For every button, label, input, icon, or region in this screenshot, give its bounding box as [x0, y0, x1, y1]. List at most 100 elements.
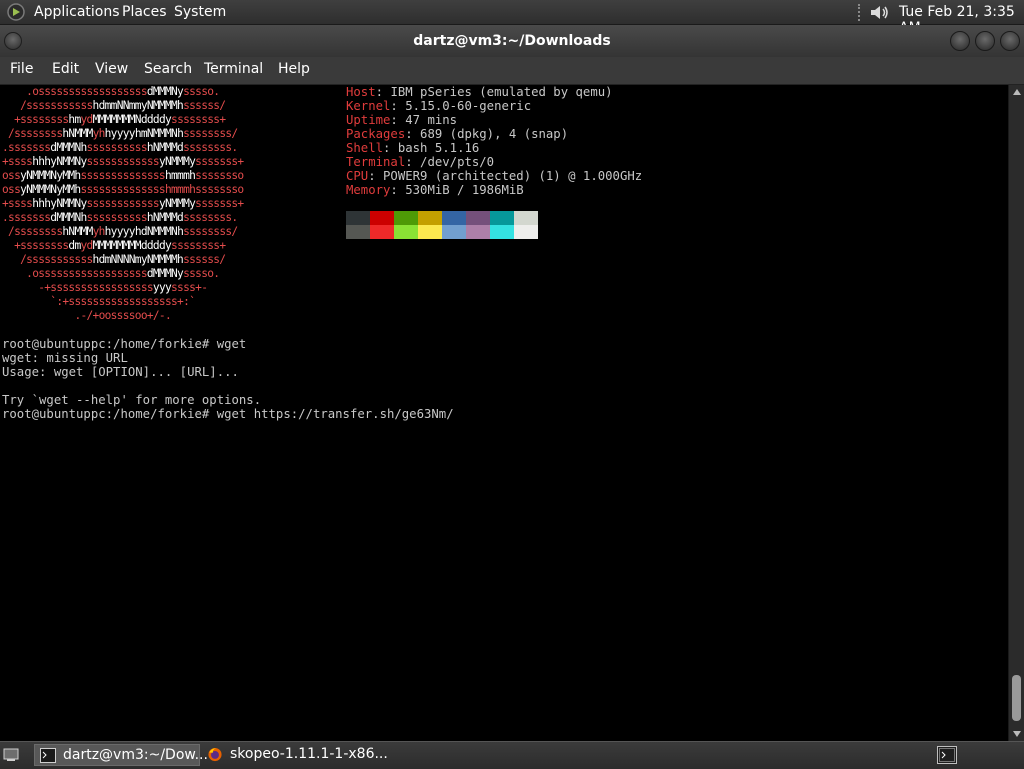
- color-swatch: [418, 211, 442, 225]
- color-swatch: [346, 211, 370, 225]
- terminal-menubar: File Edit View Search Terminal Help: [0, 57, 1024, 85]
- command-output: root@ubuntuppc:/home/forkie# wget wget: m…: [2, 337, 454, 421]
- sysinfo-value: 530MiB / 1986MiB: [405, 183, 524, 197]
- minimize-button[interactable]: [950, 31, 970, 51]
- sysinfo-key: Shell: [346, 141, 384, 155]
- scroll-thumb[interactable]: [1012, 675, 1021, 721]
- maximize-button[interactable]: [975, 31, 995, 51]
- gnome-foot-icon[interactable]: [6, 3, 26, 21]
- terminal-tray-icon[interactable]: [937, 746, 957, 764]
- terminal-icon: [40, 748, 56, 763]
- menu-view[interactable]: View: [95, 61, 128, 77]
- menu-file[interactable]: File: [10, 61, 33, 77]
- window-titlebar[interactable]: dartz@vm3:~/Downloads: [0, 25, 1024, 57]
- firefox-icon: [208, 747, 222, 762]
- sysinfo-key: Host: [346, 85, 376, 99]
- sysinfo-value: 689 (dpkg), 4 (snap): [420, 127, 569, 141]
- sysinfo-row: Memory: 530MiB / 1986MiB: [346, 183, 524, 197]
- logo-line: .-/+oossssoo+/-.: [74, 309, 172, 322]
- logo-line: .ossssssssssssssssssdMMMNysssso.: [26, 267, 220, 280]
- sysinfo-key: CPU: [346, 169, 369, 183]
- menu-search[interactable]: Search: [144, 61, 192, 77]
- menu-terminal[interactable]: Terminal: [204, 61, 263, 77]
- sysinfo-row: Packages: 689 (dpkg), 4 (snap): [346, 127, 569, 141]
- logo-line: +sssshhhyNMMNyssssssssssssyNMMMysssssss+: [2, 197, 244, 210]
- logo-line: ossyNMMMNyMMhsssssssssssssshmmmhssssssso: [2, 169, 244, 182]
- scroll-down-icon[interactable]: [1013, 731, 1021, 737]
- color-swatch: [514, 211, 538, 225]
- show-desktop-icon[interactable]: [3, 747, 19, 762]
- menu-edit[interactable]: Edit: [52, 61, 79, 77]
- output-line: Try `wget --help' for more options.: [2, 393, 262, 407]
- close-button[interactable]: [1000, 31, 1020, 51]
- sysinfo-value: bash 5.1.16: [397, 141, 480, 155]
- panel-separator: [858, 4, 864, 21]
- sysinfo-key: Uptime: [346, 113, 391, 127]
- color-swatch: [418, 225, 442, 239]
- color-palette: [346, 211, 538, 239]
- applications-menu[interactable]: Applications: [34, 4, 120, 20]
- window-title: dartz@vm3:~/Downloads: [413, 33, 611, 49]
- logo-line: .ossssssssssssssssssdMMMNysssso.: [26, 85, 220, 98]
- scroll-up-icon[interactable]: [1013, 89, 1021, 95]
- places-menu[interactable]: Places: [122, 4, 167, 20]
- color-swatch: [514, 225, 538, 239]
- output-line: root@ubuntuppc:/home/forkie# wget https:…: [2, 407, 454, 421]
- logo-line: +sssshhhyNMMNyssssssssssssyNMMMysssssss+: [2, 155, 244, 168]
- volume-icon[interactable]: [868, 3, 890, 22]
- menu-help[interactable]: Help: [278, 61, 310, 77]
- sysinfo-value: IBM pSeries (emulated by qemu): [390, 85, 613, 99]
- output-line: root@ubuntuppc:/home/forkie# wget: [2, 337, 247, 351]
- sysinfo-row: Uptime: 47 mins: [346, 113, 458, 127]
- taskbar-item-terminal[interactable]: dartz@vm3:~/Dow...: [34, 744, 208, 766]
- system-menu[interactable]: System: [174, 4, 226, 20]
- sysinfo-row: Kernel: 5.15.0-60-generic: [346, 99, 532, 113]
- taskbar-item-label: dartz@vm3:~/Dow...: [63, 747, 208, 763]
- sysinfo-value: 47 mins: [405, 113, 458, 127]
- sysinfo-row: Shell: bash 5.1.16: [346, 141, 480, 155]
- sysinfo-value: POWER9 (architected) (1) @ 1.000GHz: [383, 169, 643, 183]
- color-swatch: [490, 211, 514, 225]
- color-swatch: [370, 225, 394, 239]
- sysinfo-key: Terminal: [346, 155, 406, 169]
- logo-line: /sssssssshNMMMyhhyyyyhdNMMMNhssssssss/: [8, 225, 238, 238]
- logo-line: +sssssssshmydMMMMMMMNddddyssssssss+: [14, 113, 226, 126]
- sysinfo-row: Host: IBM pSeries (emulated by qemu): [346, 85, 613, 99]
- color-swatch: [490, 225, 514, 239]
- sysinfo-row: CPU: POWER9 (architected) (1) @ 1.000GHz: [346, 169, 643, 183]
- color-swatch: [394, 211, 418, 225]
- color-swatch: [466, 211, 490, 225]
- sysinfo-row: Terminal: /dev/pts/0: [346, 155, 495, 169]
- logo-line: +ssssssssdmydMMMMMMMMddddyssssssss+: [14, 239, 226, 252]
- color-swatch: [370, 211, 394, 225]
- logo-line: .sssssssdMMMNhsssssssssshNMMMdssssssss.: [2, 211, 238, 224]
- bottom-panel: dartz@vm3:~/Dow... skopeo-1.11.1-1-x86..…: [0, 741, 1024, 769]
- sysinfo-key: Memory: [346, 183, 391, 197]
- sysinfo-value: 5.15.0-60-generic: [405, 99, 532, 113]
- sysinfo-key: Packages: [346, 127, 406, 141]
- taskbar-item-label: skopeo-1.11.1-1-x86...: [230, 746, 388, 762]
- logo-line: `:+ssssssssssssssssss+:`: [50, 295, 196, 308]
- color-swatch: [442, 211, 466, 225]
- taskbar-item-firefox[interactable]: skopeo-1.11.1-1-x86...: [202, 744, 388, 766]
- top-panel: Applications Places System Tue Feb 21, 3…: [0, 0, 1024, 36]
- logo-line: .sssssssdMMMNhsssssssssshNMMMdssssssss.: [2, 141, 238, 154]
- logo-line: ossyNMMMNyMMhsssssssssssssshmmmhssssssso: [2, 183, 244, 196]
- ascii-logo: .ossssssssssssssssssdMMMNysssso. /ssssss…: [2, 85, 244, 323]
- sysinfo-value: /dev/pts/0: [420, 155, 495, 169]
- color-swatch: [466, 225, 490, 239]
- color-swatch: [394, 225, 418, 239]
- output-line: wget: missing URL: [2, 351, 128, 365]
- terminal-scrollbar[interactable]: [1008, 85, 1024, 741]
- system-info: Host: IBM pSeries (emulated by qemu) Kern…: [346, 85, 642, 197]
- logo-line: /ssssssssssshdmNNNNmyNMMMMhssssss/: [20, 253, 226, 266]
- logo-line: -+sssssssssssssssssyyyssss+-: [38, 281, 208, 294]
- logo-line: /ssssssssssshdmmNNmmyNMMMMhssssss/: [20, 99, 226, 112]
- sysinfo-key: Kernel: [346, 99, 391, 113]
- terminal-output-area[interactable]: .ossssssssssssssssssdMMMNysssso. /ssssss…: [0, 85, 1008, 741]
- output-line: Usage: wget [OPTION]... [URL]...: [2, 365, 239, 379]
- color-swatch: [442, 225, 466, 239]
- color-swatch: [346, 225, 370, 239]
- logo-line: /sssssssshNMMMyhhyyyyhmNMMMNhssssssss/: [8, 127, 238, 140]
